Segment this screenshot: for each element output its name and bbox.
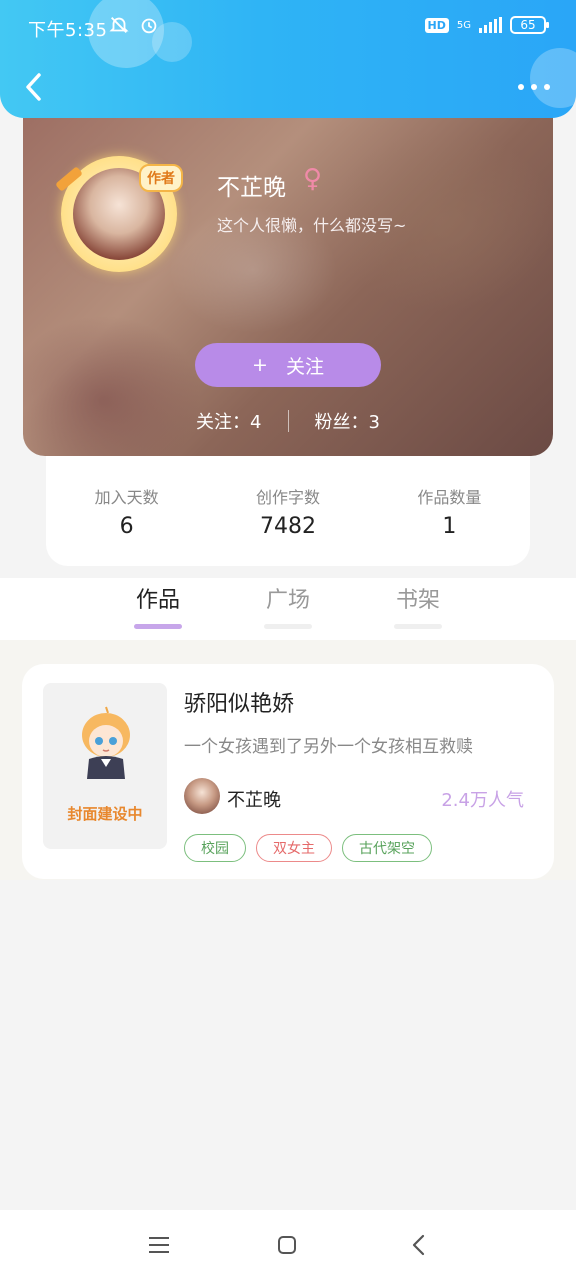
stat-value: 1 [442, 514, 457, 539]
back-button[interactable] [18, 70, 48, 104]
stat-value: 6 [119, 514, 134, 539]
tag-badge[interactable]: 双女主 [256, 834, 332, 862]
followers-count[interactable]: 粉丝：3 [315, 408, 380, 434]
battery-icon: 65 [510, 16, 549, 34]
work-title[interactable]: 骄阳似艳娇 [184, 686, 294, 718]
network-type: 5G [456, 19, 471, 31]
anime-girl-placeholder-icon [82, 706, 130, 779]
username: 不芷晚 [217, 175, 286, 201]
more-dots-icon [518, 84, 524, 90]
tag-badge[interactable]: 古代架空 [342, 834, 432, 862]
mute-bell-icon [109, 17, 129, 33]
back-triangle-icon[interactable] [406, 1232, 432, 1258]
work-description: 一个女孩遇到了另外一个女孩相互救赎 [184, 737, 473, 757]
author-avatar-large[interactable]: 作者 [55, 156, 183, 272]
status-time: 下午5:35 [28, 20, 108, 41]
tab-square[interactable]: 广场 [248, 582, 328, 629]
tab-bookshelf[interactable]: 书架 [378, 582, 458, 629]
stat-label: 作品数量 [417, 488, 482, 507]
work-tags: 校园 双女主 古代架空 [184, 834, 432, 862]
work-card[interactable]: 封面建设中 骄阳似艳娇 一个女孩遇到了另外一个女孩相互救赎 不芷晚 2.4万人气… [22, 664, 554, 879]
follow-stats: 关注：4 粉丝：3 [23, 408, 553, 434]
stat-join-days: 加入天数 6 [46, 456, 207, 566]
tab-indicator [134, 624, 182, 629]
divider [287, 410, 289, 432]
stat-works-count: 作品数量 1 [369, 456, 530, 566]
stat-label: 加入天数 [94, 488, 159, 507]
popularity-count: 2.4万人气 [441, 790, 524, 811]
female-gender-icon: ♀ [303, 164, 323, 194]
author-badge: 作者 [139, 164, 183, 192]
more-options-button[interactable] [518, 78, 550, 96]
signal-strength-icon [479, 17, 502, 33]
work-author: 不芷晚 [227, 790, 281, 811]
following-count[interactable]: 关注：4 [196, 408, 261, 434]
profile-header-card: 作者 不芷晚 ♀ 这个人很懒，什么都没写~ + 关注 关注：4 粉丝：3 [23, 100, 553, 456]
content-tabs: 作品 广场 书架 [0, 578, 576, 640]
tab-label: 作品 [135, 588, 180, 613]
tab-indicator [264, 624, 312, 629]
hd-badge: HD [424, 17, 449, 33]
user-bio: 这个人很懒，什么都没写~ [217, 216, 407, 235]
status-icons-left [108, 14, 160, 36]
menu-icon[interactable] [146, 1232, 172, 1258]
user-stats-card: 加入天数 6 创作字数 7482 作品数量 1 [46, 456, 530, 566]
system-navigation-bar [0, 1210, 576, 1280]
stat-value: 7482 [259, 514, 316, 539]
tab-label: 广场 [265, 588, 310, 613]
tab-works[interactable]: 作品 [118, 582, 198, 629]
avatar [184, 778, 220, 814]
stat-word-count: 创作字数 7482 [207, 456, 368, 566]
follow-label: 关注 [285, 355, 324, 378]
tag-badge[interactable]: 校园 [184, 834, 246, 862]
cover-placeholder-text: 封面建设中 [67, 805, 143, 823]
chevron-left-icon [26, 73, 41, 101]
home-square-icon[interactable] [274, 1232, 300, 1258]
stat-label: 创作字数 [255, 488, 320, 507]
follow-button[interactable]: + 关注 [195, 343, 381, 387]
top-app-bar: 下午5:35 HD 5G 65 [0, 0, 576, 118]
alarm-clock-icon [141, 18, 157, 34]
plus-icon: + [252, 354, 268, 376]
status-icons-right: HD 5G 65 [424, 16, 549, 34]
book-cover[interactable]: 封面建设中 [43, 683, 167, 849]
tab-indicator [394, 624, 442, 629]
tab-label: 书架 [395, 588, 440, 613]
